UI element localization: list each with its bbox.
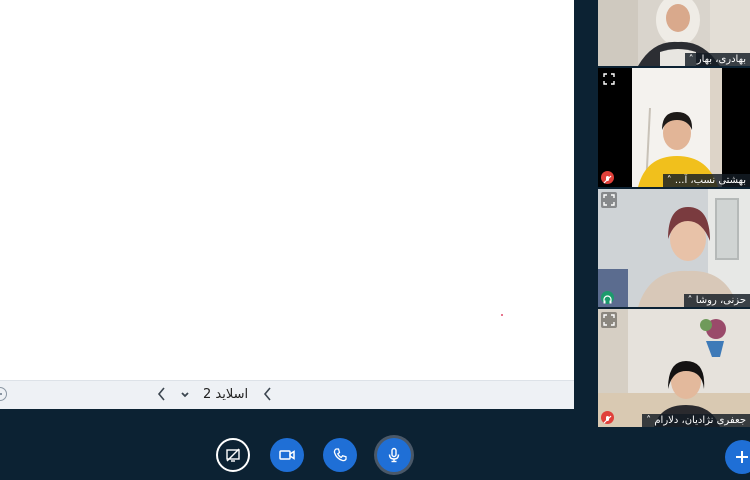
presenter-pointer	[501, 314, 503, 316]
headphones-icon	[601, 291, 614, 304]
webcam-tile-3[interactable]: حزنی، روشا ˄	[598, 189, 750, 307]
slide-dropdown-chevron-icon[interactable]	[178, 385, 192, 403]
participant-name: بهشتی نسب، آ...	[674, 175, 746, 186]
slide-selector-label[interactable]: اسلاید 2	[203, 387, 248, 402]
video-camera-icon	[279, 450, 295, 460]
presentation-area: اسلاید 2	[0, 0, 574, 409]
plus-icon	[736, 451, 748, 463]
muted-microphone-icon	[601, 171, 614, 184]
microphone-button[interactable]	[377, 438, 411, 472]
webcam-video	[598, 309, 750, 427]
webcam-tile-2[interactable]: بهشتی نسب، آ... ˄	[598, 68, 750, 187]
webcam-video	[598, 189, 750, 307]
participant-name: حزنی، روشا	[695, 295, 746, 306]
webcam-video	[598, 68, 750, 187]
screen-share-off-icon	[226, 448, 240, 462]
muted-microphone-icon	[601, 411, 614, 424]
participant-name-tag: جعفری نژادیان، دلارام ˄	[642, 414, 750, 427]
chevron-up-icon[interactable]: ˄	[688, 295, 693, 306]
slide-canvas[interactable]	[0, 0, 574, 380]
leave-audio-button[interactable]	[323, 438, 357, 472]
camera-button[interactable]	[270, 438, 304, 472]
screen-share-button[interactable]	[216, 438, 250, 472]
participant-name: بهادری، بهار	[696, 54, 746, 65]
actions-button[interactable]	[725, 440, 750, 474]
participant-name-tag: بهشتی نسب، آ... ˄	[662, 174, 750, 187]
participant-name-tag: حزنی، روشا ˄	[683, 294, 750, 307]
prev-slide-icon[interactable]	[155, 385, 169, 403]
zoom-out-icon[interactable]	[0, 387, 7, 401]
microphone-icon	[388, 447, 400, 463]
participant-name: جعفری نژادیان، دلارام	[654, 415, 746, 426]
webcam-tile-4[interactable]: جعفری نژادیان، دلارام ˄	[598, 309, 750, 427]
phone-icon	[333, 448, 347, 462]
chevron-up-icon[interactable]: ˄	[667, 175, 672, 186]
chevron-up-icon[interactable]: ˄	[646, 415, 651, 426]
expand-icon[interactable]	[601, 312, 617, 328]
expand-icon[interactable]	[601, 71, 617, 87]
chevron-up-icon[interactable]: ˄	[689, 54, 694, 65]
next-slide-icon[interactable]	[261, 385, 275, 403]
expand-icon[interactable]	[601, 192, 617, 208]
webcam-tile-1[interactable]: بهادری، بهار ˄	[598, 0, 750, 66]
participant-name-tag: بهادری، بهار ˄	[684, 53, 750, 66]
slide-toolbar: اسلاید 2	[0, 380, 574, 409]
